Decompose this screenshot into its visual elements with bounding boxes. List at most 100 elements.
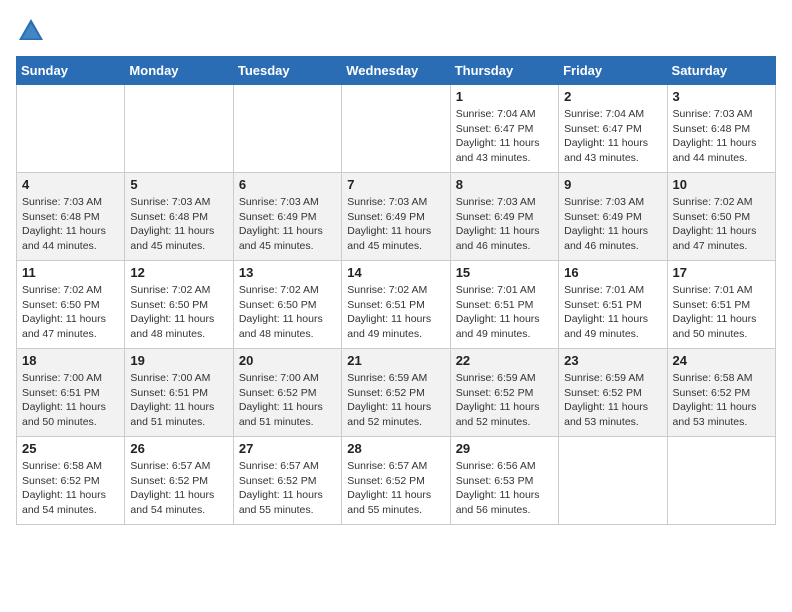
day-number: 5	[130, 177, 227, 192]
calendar-cell: 27Sunrise: 6:57 AMSunset: 6:52 PMDayligh…	[233, 437, 341, 525]
day-number: 9	[564, 177, 661, 192]
day-info: Sunrise: 6:59 AMSunset: 6:52 PMDaylight:…	[456, 371, 553, 430]
day-info: Sunrise: 7:02 AMSunset: 6:51 PMDaylight:…	[347, 283, 444, 342]
header	[16, 16, 776, 46]
calendar-cell: 11 Sunrise: 7:02 AMSunset: 6:50 PMDayligh…	[17, 261, 125, 349]
day-info: Sunrise: 7:03 AMSunset: 6:49 PMDaylight:…	[347, 195, 444, 254]
calendar-cell: 5 Sunrise: 7:03 AMSunset: 6:48 PMDaylight…	[125, 173, 233, 261]
day-number: 3	[673, 89, 770, 104]
day-info: Sunrise: 7:02 AMSunset: 6:50 PMDaylight:…	[673, 195, 770, 254]
calendar-cell: 28 Sunrise: 6:57 AMSunset: 6:52 PMDayligh…	[342, 437, 450, 525]
calendar-cell: 19Sunrise: 7:00 AMSunset: 6:51 PMDayligh…	[125, 349, 233, 437]
calendar-cell: 4 Sunrise: 7:03 AMSunset: 6:48 PMDaylight…	[17, 173, 125, 261]
calendar-cell	[125, 85, 233, 173]
day-number: 17	[673, 265, 770, 280]
logo-icon	[16, 16, 46, 46]
day-number: 28	[347, 441, 444, 456]
day-info: Sunrise: 6:57 AMSunset: 6:52 PMDaylight:…	[239, 459, 336, 518]
day-number: 13	[239, 265, 336, 280]
day-info: Sunrise: 7:03 AMSunset: 6:48 PMDaylight:…	[22, 195, 119, 254]
calendar-cell: 2 Sunrise: 7:04 AMSunset: 6:47 PMDaylight…	[559, 85, 667, 173]
calendar-cell: 8 Sunrise: 7:03 AMSunset: 6:49 PMDaylight…	[450, 173, 558, 261]
day-info: Sunrise: 6:56 AMSunset: 6:53 PMDaylight:…	[456, 459, 553, 518]
day-info: Sunrise: 7:03 AMSunset: 6:48 PMDaylight:…	[673, 107, 770, 166]
day-number: 25	[22, 441, 119, 456]
day-info: Sunrise: 7:04 AMSunset: 6:47 PMDaylight:…	[456, 107, 553, 166]
calendar-cell: 25Sunrise: 6:58 AMSunset: 6:52 PMDayligh…	[17, 437, 125, 525]
day-info: Sunrise: 7:00 AMSunset: 6:51 PMDaylight:…	[22, 371, 119, 430]
day-number: 14	[347, 265, 444, 280]
day-info: Sunrise: 7:01 AMSunset: 6:51 PMDaylight:…	[673, 283, 770, 342]
calendar-cell: 13 Sunrise: 7:02 AMSunset: 6:50 PMDayligh…	[233, 261, 341, 349]
calendar-cell: 12 Sunrise: 7:02 AMSunset: 6:50 PMDayligh…	[125, 261, 233, 349]
col-header-saturday: Saturday	[667, 57, 775, 85]
day-number: 15	[456, 265, 553, 280]
day-info: Sunrise: 7:03 AMSunset: 6:49 PMDaylight:…	[564, 195, 661, 254]
calendar-cell: 9 Sunrise: 7:03 AMSunset: 6:49 PMDaylight…	[559, 173, 667, 261]
day-number: 6	[239, 177, 336, 192]
calendar-cell: 22 Sunrise: 6:59 AMSunset: 6:52 PMDayligh…	[450, 349, 558, 437]
day-number: 1	[456, 89, 553, 104]
calendar-cell: 16 Sunrise: 7:01 AMSunset: 6:51 PMDayligh…	[559, 261, 667, 349]
day-number: 12	[130, 265, 227, 280]
day-info: Sunrise: 7:03 AMSunset: 6:49 PMDaylight:…	[456, 195, 553, 254]
day-info: Sunrise: 6:57 AMSunset: 6:52 PMDaylight:…	[347, 459, 444, 518]
col-header-wednesday: Wednesday	[342, 57, 450, 85]
day-number: 22	[456, 353, 553, 368]
calendar-cell: 17 Sunrise: 7:01 AMSunset: 6:51 PMDayligh…	[667, 261, 775, 349]
calendar-cell: 10 Sunrise: 7:02 AMSunset: 6:50 PMDayligh…	[667, 173, 775, 261]
calendar-week-4: 18 Sunrise: 7:00 AMSunset: 6:51 PMDayligh…	[17, 349, 776, 437]
calendar-cell: 24Sunrise: 6:58 AMSunset: 6:52 PMDayligh…	[667, 349, 775, 437]
day-number: 10	[673, 177, 770, 192]
calendar-table: SundayMondayTuesdayWednesdayThursdayFrid…	[16, 56, 776, 525]
day-info: Sunrise: 6:59 AMSunset: 6:52 PMDaylight:…	[347, 371, 444, 430]
day-info: Sunrise: 7:03 AMSunset: 6:48 PMDaylight:…	[130, 195, 227, 254]
day-info: Sunrise: 6:58 AMSunset: 6:52 PMDaylight:…	[673, 371, 770, 430]
calendar-header-row: SundayMondayTuesdayWednesdayThursdayFrid…	[17, 57, 776, 85]
calendar-cell: 1 Sunrise: 7:04 AMSunset: 6:47 PMDaylight…	[450, 85, 558, 173]
col-header-friday: Friday	[559, 57, 667, 85]
calendar-cell: 21 Sunrise: 6:59 AMSunset: 6:52 PMDayligh…	[342, 349, 450, 437]
day-info: Sunrise: 7:02 AMSunset: 6:50 PMDaylight:…	[130, 283, 227, 342]
day-number: 8	[456, 177, 553, 192]
col-header-thursday: Thursday	[450, 57, 558, 85]
calendar-cell: 26Sunrise: 6:57 AMSunset: 6:52 PMDayligh…	[125, 437, 233, 525]
day-info: Sunrise: 7:02 AMSunset: 6:50 PMDaylight:…	[22, 283, 119, 342]
day-info: Sunrise: 7:00 AMSunset: 6:51 PMDaylight:…	[130, 371, 227, 430]
day-number: 29	[456, 441, 553, 456]
day-info: Sunrise: 7:03 AMSunset: 6:49 PMDaylight:…	[239, 195, 336, 254]
calendar-cell: 23 Sunrise: 6:59 AMSunset: 6:52 PMDayligh…	[559, 349, 667, 437]
day-number: 2	[564, 89, 661, 104]
day-number: 21	[347, 353, 444, 368]
day-info: Sunrise: 7:04 AMSunset: 6:47 PMDaylight:…	[564, 107, 661, 166]
day-number: 26	[130, 441, 227, 456]
day-number: 4	[22, 177, 119, 192]
day-info: Sunrise: 6:59 AMSunset: 6:52 PMDaylight:…	[564, 371, 661, 430]
col-header-tuesday: Tuesday	[233, 57, 341, 85]
calendar-cell	[667, 437, 775, 525]
day-number: 20	[239, 353, 336, 368]
day-number: 16	[564, 265, 661, 280]
day-number: 18	[22, 353, 119, 368]
day-info: Sunrise: 7:00 AMSunset: 6:52 PMDaylight:…	[239, 371, 336, 430]
logo	[16, 16, 50, 46]
col-header-monday: Monday	[125, 57, 233, 85]
calendar-week-2: 4 Sunrise: 7:03 AMSunset: 6:48 PMDaylight…	[17, 173, 776, 261]
day-number: 11	[22, 265, 119, 280]
calendar-cell: 29 Sunrise: 6:56 AMSunset: 6:53 PMDayligh…	[450, 437, 558, 525]
calendar-cell	[342, 85, 450, 173]
day-info: Sunrise: 7:01 AMSunset: 6:51 PMDaylight:…	[456, 283, 553, 342]
day-number: 23	[564, 353, 661, 368]
calendar-week-1: 1 Sunrise: 7:04 AMSunset: 6:47 PMDaylight…	[17, 85, 776, 173]
calendar-cell	[17, 85, 125, 173]
day-info: Sunrise: 7:01 AMSunset: 6:51 PMDaylight:…	[564, 283, 661, 342]
day-number: 7	[347, 177, 444, 192]
calendar-week-5: 25Sunrise: 6:58 AMSunset: 6:52 PMDayligh…	[17, 437, 776, 525]
day-info: Sunrise: 7:02 AMSunset: 6:50 PMDaylight:…	[239, 283, 336, 342]
col-header-sunday: Sunday	[17, 57, 125, 85]
calendar-cell: 14 Sunrise: 7:02 AMSunset: 6:51 PMDayligh…	[342, 261, 450, 349]
calendar-cell	[233, 85, 341, 173]
calendar-cell: 6 Sunrise: 7:03 AMSunset: 6:49 PMDaylight…	[233, 173, 341, 261]
calendar-week-3: 11 Sunrise: 7:02 AMSunset: 6:50 PMDayligh…	[17, 261, 776, 349]
calendar-cell: 3 Sunrise: 7:03 AMSunset: 6:48 PMDaylight…	[667, 85, 775, 173]
